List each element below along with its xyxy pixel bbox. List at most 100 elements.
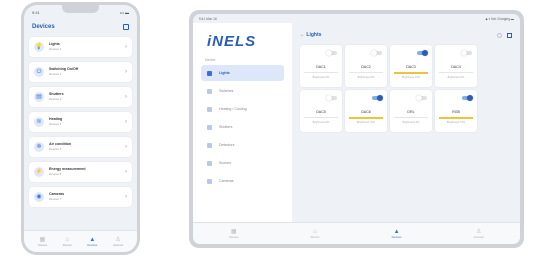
list-item-text: Energy measurement Devices 6 (49, 168, 125, 176)
sidebar-item-shutters[interactable]: Shutters (201, 119, 284, 135)
light-card[interactable]: DAC5 Brightness 0% (300, 90, 342, 132)
tab-account[interactable]: ♙ Account (113, 237, 123, 247)
brightness-label: Brightness 0% (402, 121, 420, 124)
tab-devices[interactable]: ▲ Devices (87, 237, 97, 247)
tab-label: Rooms (62, 242, 72, 247)
light-card[interactable]: DAC2 Brightness 0% (345, 45, 387, 87)
tab-label: Account (473, 234, 484, 239)
power-icon[interactable] (497, 32, 502, 38)
phone-screen: 9:41 ••• ▬ Devices 💡 Lights Devices 1 › ⏻ Swi… (24, 5, 137, 252)
sidebar-item-switches[interactable]: Switches (201, 83, 284, 99)
nav-item-icon (207, 106, 212, 112)
nav-item-icon (207, 142, 212, 148)
phone-list-item[interactable]: ⏻ Switching On/Off Devices 2 › (29, 62, 132, 82)
shutters-icon: ▤ (34, 92, 44, 102)
back-button[interactable]: ← Lights (300, 32, 321, 38)
brightness-label: Brightness 70% (401, 76, 421, 79)
nav-item-icon (207, 88, 212, 94)
grid-view-icon[interactable] (507, 32, 512, 38)
tablet-status-bar: 9:41 Mon 16 ◆ ▾ Not Charging ▬ (193, 14, 520, 23)
tab-devices[interactable]: ▲ Devices (392, 229, 402, 239)
light-card[interactable]: DRL Brightness 0% (390, 90, 432, 132)
sidebar-item-label: Heating / Cooling (219, 107, 247, 111)
light-cards-grid: DAC1 Brightness 0% DAC2 Brightness 0% DAC3 Br… (300, 45, 512, 132)
nav-item-icon (207, 70, 212, 76)
phone-list-item[interactable]: 💡 Lights Devices 1 › (29, 37, 132, 57)
chevron-right-icon: › (125, 194, 127, 200)
light-toggle[interactable] (462, 95, 473, 101)
phone-page-title: Devices (32, 24, 55, 30)
light-name: RGB (452, 110, 460, 114)
header-actions (497, 32, 512, 38)
list-item-subtitle: Devices 6 (49, 171, 62, 176)
light-card[interactable]: DAC3 Brightness 70% (390, 45, 432, 87)
chevron-right-icon: › (125, 119, 127, 125)
phone-notch (62, 5, 99, 13)
brightness-label: Brightness 0% (357, 76, 375, 79)
sidebar-item-label: Detectors (219, 143, 235, 147)
phone-status-signal: ••• ▬ (119, 9, 129, 15)
sidebar-item-heating-cooling[interactable]: Heating / Cooling (201, 101, 284, 117)
sidebar-item-label: Shutters (219, 125, 233, 129)
nav-item-icon (207, 160, 212, 166)
nav-item-icon (207, 178, 212, 184)
chevron-right-icon: › (125, 144, 127, 150)
tablet-status-battery: ◆ ▾ Not Charging ▬ (485, 16, 514, 21)
tab-scenes[interactable]: ▦ Scenes (229, 229, 238, 239)
tab-scenes[interactable]: ▦ Scenes (38, 237, 47, 247)
sidebar-nav: Lights Switches Heating / Cooling Shutters D… (201, 65, 284, 189)
light-card[interactable]: RGB Brightness 70% (435, 90, 477, 132)
tab-rooms[interactable]: ⌂ Rooms (63, 237, 72, 247)
tab-label: Devices (87, 242, 98, 247)
tablet-screen: 9:41 Mon 16 ◆ ▾ Not Charging ▬ iNELS Dev… (193, 14, 520, 244)
tab-label: Rooms (310, 234, 320, 239)
tab-rooms[interactable]: ⌂ Rooms (311, 229, 320, 239)
sidebar-item-detectors[interactable]: Detectors (201, 137, 284, 153)
sidebar-item-label: Switches (219, 89, 234, 93)
sidebar-item-scenes[interactable]: Scenes (201, 155, 284, 171)
light-toggle[interactable] (371, 50, 382, 56)
light-toggle[interactable] (326, 50, 337, 56)
light-toggle[interactable] (416, 95, 427, 101)
sidebar-section-label: Device (205, 58, 216, 62)
bulb-icon: 💡 (34, 42, 44, 52)
brightness-label: Brightness 70% (446, 121, 466, 124)
light-card[interactable]: DAC1 Brightness 0% (300, 45, 342, 87)
list-item-subtitle: Devices 5 (49, 146, 62, 151)
brightness-label: Brightness 0% (312, 121, 330, 124)
chevron-right-icon: › (125, 94, 127, 100)
nav-item-icon (207, 124, 212, 130)
light-card[interactable]: DAC4 Brightness 0% (435, 45, 477, 87)
phone-list-item[interactable]: ▤ Shutters Devices 3 › (29, 87, 132, 107)
tab-account[interactable]: ♙ Account (474, 229, 484, 239)
phone-list-item[interactable]: ◉ Cameras Devices 7 › (29, 187, 132, 207)
light-name: DAC2 (361, 65, 371, 69)
phone-tab-bar: ▦ Scenes ⌂ Rooms ▲ Devices ♙ Account (24, 230, 137, 252)
brightness-label: Brightness 0% (312, 76, 330, 79)
light-name: DAC1 (316, 65, 326, 69)
sidebar-item-lights[interactable]: Lights (201, 65, 284, 81)
phone-list-item[interactable]: ≋ Heating Devices 4 › (29, 112, 132, 132)
light-card[interactable]: DAC6 Brightness 70% (345, 90, 387, 132)
light-toggle[interactable] (326, 95, 337, 101)
phone-header: Devices (24, 19, 137, 35)
list-item-subtitle: Devices 1 (49, 46, 62, 51)
brightness-bar (304, 72, 338, 73)
phone-list-item[interactable]: ❄ Air condition Devices 5 › (29, 137, 132, 157)
light-toggle[interactable] (372, 95, 383, 101)
light-name: DAC3 (406, 65, 416, 69)
light-toggle[interactable] (461, 50, 472, 56)
sidebar-item-cameras[interactable]: Cameras (201, 173, 284, 189)
main-header: ← Lights (300, 29, 512, 41)
grid-view-icon[interactable] (123, 24, 129, 30)
phone-list-item[interactable]: ⚡ Energy measurement Devices 6 › (29, 162, 132, 182)
tab-label: Scenes (229, 234, 239, 239)
light-toggle[interactable] (417, 50, 428, 56)
brightness-bar (394, 72, 428, 74)
tab-label: Devices (391, 234, 402, 239)
tablet-status-time: 9:41 Mon 16 (199, 16, 217, 21)
heating-icon: ≋ (34, 117, 44, 127)
tablet-tab-bar: ▦ Scenes ⌂ Rooms ▲ Devices ♙ Account (193, 222, 520, 244)
list-item-subtitle: Devices 4 (49, 121, 62, 126)
brightness-bar (304, 117, 338, 118)
